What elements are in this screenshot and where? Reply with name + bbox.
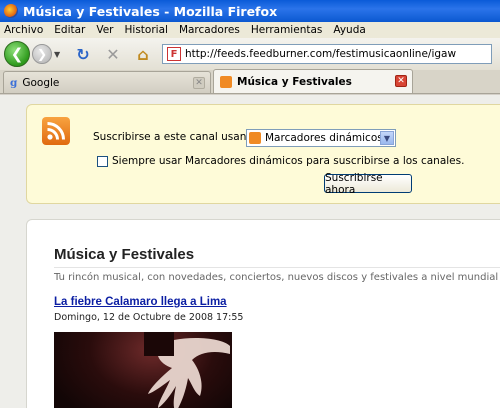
feed-subtitle: Tu rincón musical, con novedades, concie…: [54, 272, 499, 283]
back-arrow-icon: ❮: [10, 45, 24, 63]
live-bookmarks-icon: [249, 132, 261, 144]
back-button[interactable]: ❮: [4, 41, 30, 67]
url-bar[interactable]: F http://feeds.feedburner.com/festimusic…: [162, 44, 492, 64]
tab-active-label: Música y Festivales: [237, 75, 352, 88]
entry-date: Domingo, 12 de Octubre de 2008 17:55: [54, 312, 244, 323]
navigation-toolbar: ❮ ❯ ▼ ↻ ✕ ⌂ F http://feeds.feedburner.co…: [0, 38, 500, 70]
feed-divider: [54, 267, 500, 268]
stop-button[interactable]: ✕: [102, 43, 124, 65]
rss-feed-icon: [220, 75, 232, 88]
menu-historial[interactable]: Historial: [125, 24, 168, 36]
close-tab-active-button[interactable]: ✕: [395, 75, 407, 87]
menu-ver[interactable]: Ver: [96, 24, 113, 36]
reload-icon: ↻: [76, 44, 90, 64]
feed-title: Música y Festivales: [54, 246, 195, 263]
always-use-checkbox-label: Siempre usar Marcadores dinámicos para s…: [112, 155, 465, 167]
menu-marcadores[interactable]: Marcadores: [179, 24, 240, 36]
tab-bar: g Google ✕ Música y Festivales ✕: [0, 69, 500, 94]
tab-google-label: Google: [22, 76, 60, 89]
forward-arrow-icon: ❯: [36, 47, 48, 61]
entry-image: [54, 332, 232, 408]
menu-bar: Archivo Editar Ver Historial Marcadores …: [0, 22, 500, 38]
chevron-down-icon[interactable]: ▼: [380, 131, 394, 145]
site-favicon-icon: F: [167, 47, 181, 61]
subscribe-now-button[interactable]: Suscribirse ahora: [324, 172, 412, 196]
history-dropdown-button[interactable]: ▼: [54, 50, 64, 59]
rss-large-icon: [42, 117, 70, 145]
menu-editar[interactable]: Editar: [54, 24, 85, 36]
stop-icon: ✕: [106, 44, 120, 64]
tab-google[interactable]: g Google ✕: [3, 71, 211, 93]
menu-ayuda[interactable]: Ayuda: [333, 24, 365, 36]
subscribe-reader-select[interactable]: Marcadores dinámicos ▼: [246, 129, 396, 147]
home-icon: ⌂: [137, 44, 149, 64]
window-titlebar: Música y Festivales - Mozilla Firefox: [0, 0, 500, 22]
feed-box: Música y Festivales Tu rincón musical, c…: [26, 219, 500, 408]
always-use-checkbox[interactable]: [97, 156, 108, 167]
menu-archivo[interactable]: Archivo: [4, 24, 43, 36]
forward-button[interactable]: ❯: [32, 44, 52, 64]
google-g-icon: g: [10, 76, 18, 89]
subscribe-select-value: Marcadores dinámicos: [265, 132, 383, 144]
page-content: Suscribirse a este canal usando Marcador…: [0, 95, 500, 408]
menu-herramientas[interactable]: Herramientas: [251, 24, 323, 36]
entry-title-link[interactable]: La fiebre Calamaro llega a Lima: [54, 296, 227, 308]
window-title: Música y Festivales - Mozilla Firefox: [23, 3, 278, 19]
subscribe-box: Suscribirse a este canal usando Marcador…: [26, 104, 500, 204]
tab-musica-festivales[interactable]: Música y Festivales ✕: [213, 69, 413, 93]
close-tab-google-button[interactable]: ✕: [193, 77, 205, 89]
firefox-logo-icon: [4, 4, 18, 18]
subscribe-label: Suscribirse a este canal usando: [93, 131, 260, 143]
home-button[interactable]: ⌂: [132, 43, 154, 65]
url-text: http://feeds.feedburner.com/festimusicao…: [185, 48, 457, 60]
reload-button[interactable]: ↻: [72, 43, 94, 65]
